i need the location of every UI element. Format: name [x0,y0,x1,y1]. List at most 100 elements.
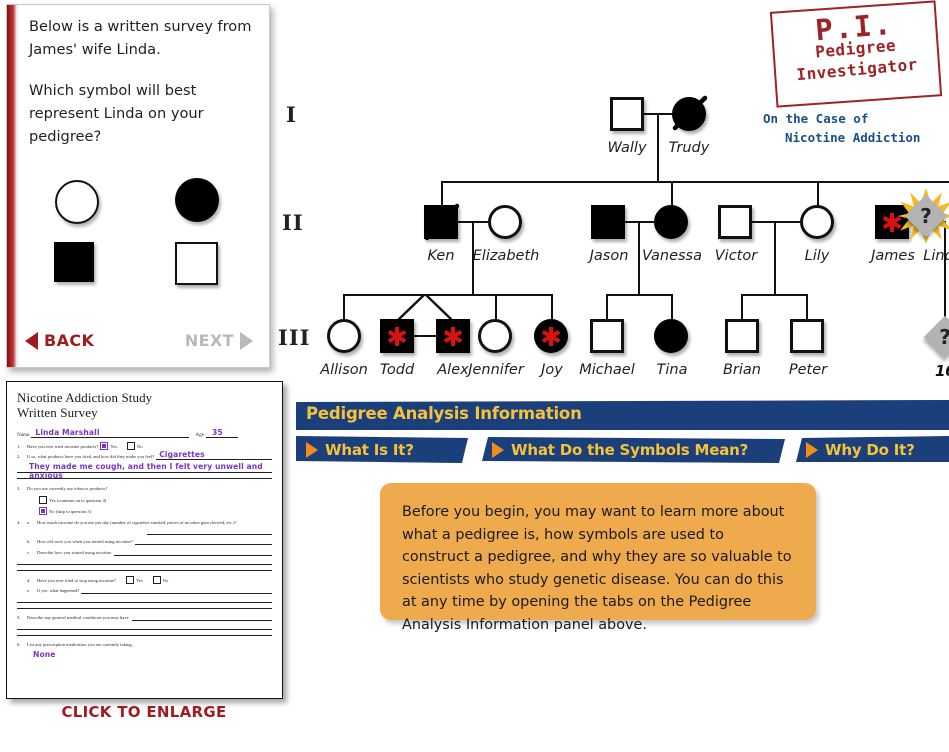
sib-drop-jennifer [495,294,498,320]
pedigree-node-joy[interactable]: ✱ [534,319,568,353]
descent-line-jason-vanessa [638,221,641,296]
pedigree-node-allison[interactable] [327,319,361,353]
tab-what-do-the-symbols-mean[interactable]: What Do the Symbols Mean? [482,437,785,463]
next-button[interactable]: NEXT [185,331,253,350]
arrow-right-icon [806,441,818,458]
survey-q5-extra-line-1[interactable] [17,622,272,630]
survey-question-4e: e. If yes, what happened? [17,587,272,594]
generation-label-iii: III [278,325,311,350]
pedigree-node-peter[interactable] [790,319,824,353]
survey-q4-number: 4. [17,519,21,525]
symbol-choice-group [49,178,239,300]
survey-q4b-answer-line[interactable] [134,538,272,545]
survey-question-6: 6. List any prescription medication you … [17,641,272,648]
choice-open-square[interactable] [175,242,218,285]
tab-why-do-it[interactable]: Why Do It? [796,436,949,462]
instruction-box-text: Before you begin, you may want to learn … [402,504,792,633]
choice-filled-square[interactable] [54,242,94,282]
click-to-enlarge-label[interactable]: CLICK TO ENLARGE [0,703,288,721]
symbol-open-circle [478,319,512,353]
survey-divider-2 [17,569,272,571]
question-paragraph-1: Below is a written survey from James' wi… [29,18,252,58]
survey-question-4: 4. a. How much nicotine do you use per d… [17,519,272,526]
pedigree-node-ken[interactable] [424,203,460,241]
twin-fork-todd-alex [396,294,454,322]
survey-name-label: Name [17,432,30,438]
pedigree-node-victor[interactable] [718,205,752,239]
sib-drop-allison [343,294,346,320]
survey-q5-answer-line[interactable] [131,614,272,621]
survey-q1-no-label: No [137,443,143,449]
survey-q4c-text: Describe how you started using nicotine. [37,549,113,555]
survey-q3-no-label: No (skip to question 5) [49,509,92,514]
pedigree-node-elizabeth[interactable] [488,205,522,239]
question-text: Below is a written survey from James' wi… [29,15,257,166]
descent-line-gen1 [657,113,660,183]
survey-q4e-text: If yes, what happened? [37,588,80,593]
survey-q4d-no-checkbox[interactable] [152,575,161,584]
symbol-open-circle [800,205,834,239]
survey-q4a-answer-line[interactable] [147,527,272,535]
couple-line-todd-alex [414,335,436,338]
sib-drop-vanessa [671,181,674,206]
survey-q3-no-checkbox[interactable] [39,507,47,515]
survey-age-label: Age [195,432,205,438]
pedigree-node-lily[interactable] [800,205,834,239]
tab-what-is-it[interactable]: What Is It? [296,436,468,463]
survey-q4c-answer-line[interactable] [114,549,272,556]
survey-q4e-answer-line[interactable] [81,587,272,594]
proband-asterisk-icon: ✱ [386,322,408,353]
pedigree-label-lily: Lily [804,248,830,264]
symbol-filled-circle [654,205,688,239]
survey-q4d-yes-checkbox[interactable] [125,575,134,584]
survey-q3-yes-checkbox[interactable] [39,495,47,504]
pedigree-node-tina[interactable] [654,319,688,353]
question-paragraph-2: Which symbol will best represent Linda o… [29,82,204,145]
sibship-bar-gen2 [441,181,949,184]
survey-q6-answer: None [33,650,56,659]
survey-thumbnail[interactable]: Nicotine Addiction Study Written Survey … [6,381,283,699]
pedigree-node-michael[interactable] [590,319,624,353]
navigation-row: BACK NEXT [25,331,253,357]
survey-q4c-extra-line-1[interactable] [17,557,272,565]
pedigree-node-vanessa[interactable] [654,205,688,239]
survey-q4d-yes-label: Yes [135,577,143,583]
panel-spine [7,5,19,367]
linda-highlight-starburst[interactable]: ? [898,188,949,244]
pedigree-node-jason[interactable] [591,205,625,239]
descent-line-ken-elizabeth [472,221,475,296]
symbol-filled-circle [672,97,706,131]
offspring-count-label: 10 [935,362,949,380]
survey-question-5: 5. Describe any general medical conditio… [17,614,272,621]
symbol-filled-square: ✱ [380,319,414,353]
sib-drop-joy [551,294,554,320]
back-button[interactable]: BACK [25,331,94,350]
pedigree-label-ken: Ken [427,248,455,264]
survey-question-4c: c. Describe how you started using nicoti… [17,549,272,556]
survey-q1-yes-checkbox[interactable] [100,441,109,450]
pedigree-label-tina: Tina [656,362,688,378]
pedigree-node-unknown-offspring[interactable]: ? [923,315,949,359]
pedigree-node-jennifer[interactable] [478,319,512,353]
pedigree-node-alex[interactable]: ✱ [436,319,470,353]
symbol-filled-square [424,205,458,239]
survey-q4e-extra-line-1[interactable] [17,595,272,603]
survey-q3-option-yes: Yes (continue on to question 4) [17,495,272,504]
choice-open-circle[interactable] [55,180,99,224]
sib-drop-peter [806,294,809,320]
sib-drop-michael [606,294,609,320]
pedigree-node-brian[interactable] [725,319,759,353]
choice-filled-circle[interactable] [175,178,219,222]
survey-age-value: 35 [212,428,223,437]
info-panel-title: Pedigree Analysis Information [306,404,582,423]
symbol-filled-square: ✱ [436,319,470,353]
survey-q3-number: 3. [17,486,21,491]
arrow-right-icon [240,331,253,350]
survey-q4b-label: b. [27,539,31,544]
pedigree-label-todd: Todd [379,362,415,378]
survey-q1-no-checkbox[interactable] [127,441,135,450]
pedigree-node-wally[interactable] [610,97,644,131]
pedigree-node-todd[interactable]: ✱ [380,319,414,353]
pedigree-node-trudy[interactable] [672,95,708,131]
pedigree-label-vanessa: Vanessa [642,248,702,264]
